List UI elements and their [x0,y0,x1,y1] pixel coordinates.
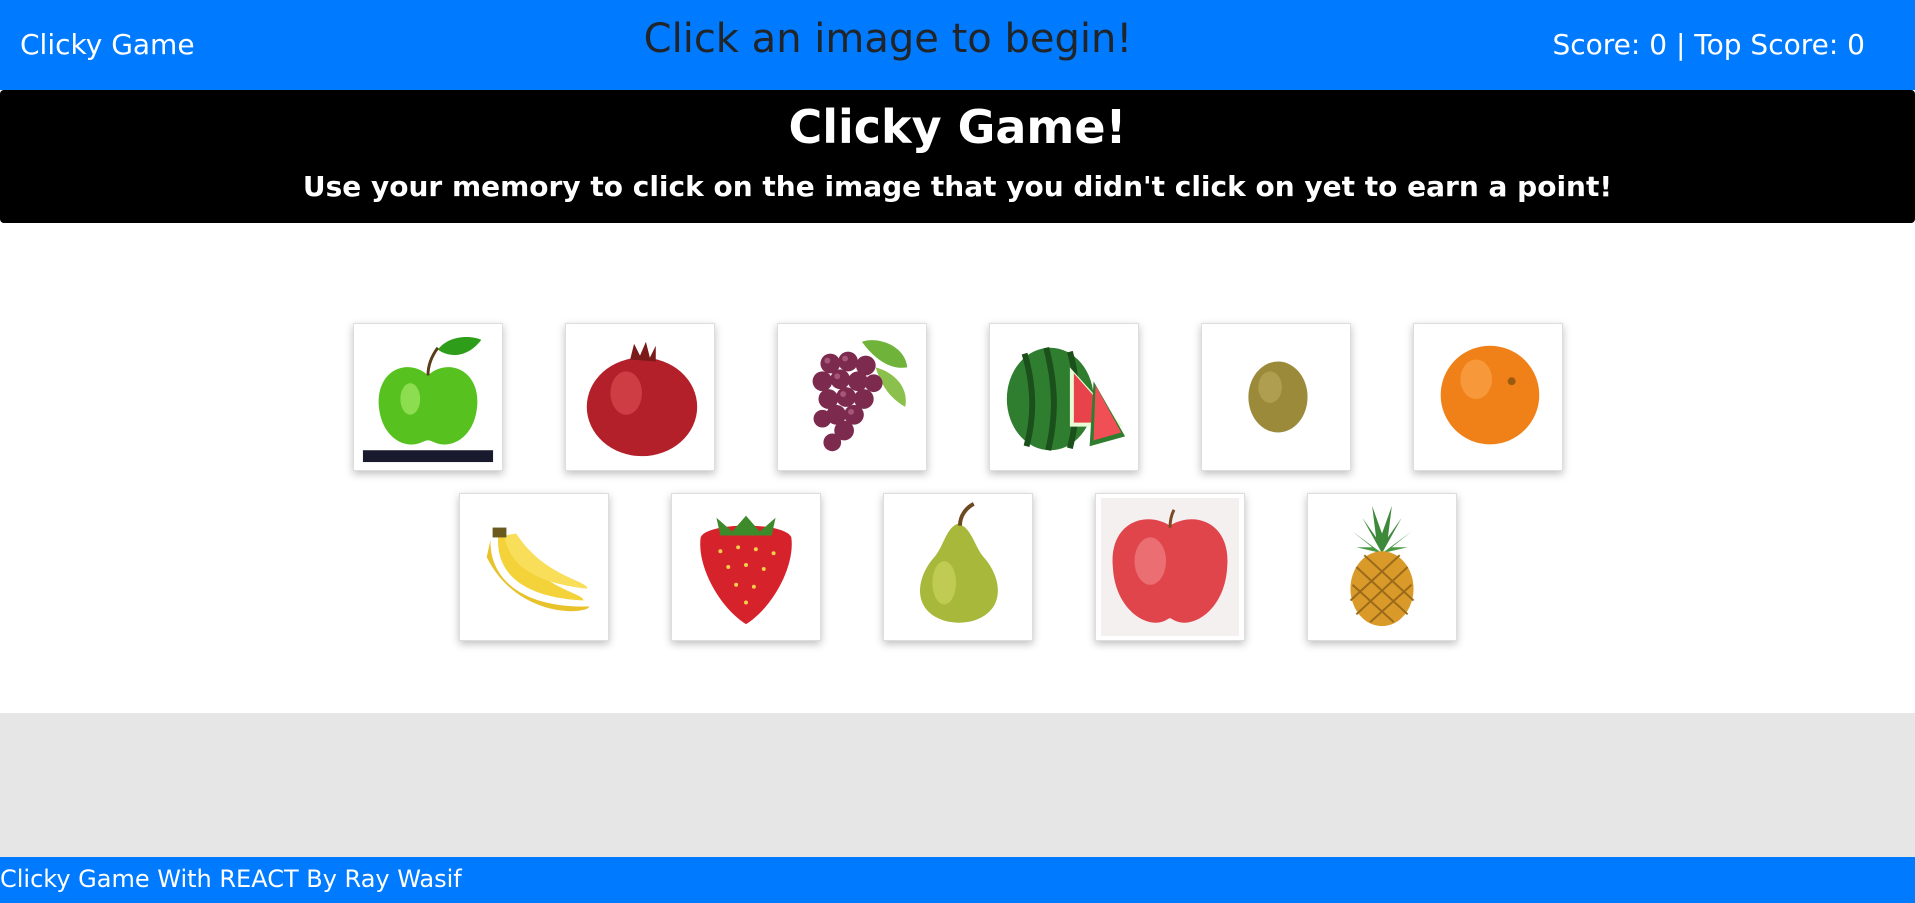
pineapple-icon [1312,498,1451,636]
card-kiwi[interactable] [1200,323,1351,471]
score-display: Score: 0 | Top Score: 0 [1552,28,1865,61]
footer: Clicky Game With REACT By Ray Wasif [0,857,1915,903]
strawberry-icon [676,498,815,636]
green-apple-icon [358,328,497,466]
card-row [0,323,1915,471]
pear-icon [888,498,1027,636]
card-banana[interactable] [458,493,609,641]
card-red-apple[interactable] [1094,493,1245,641]
grapes-icon [782,328,921,466]
game-status-message: Click an image to begin! [643,16,1133,62]
navbar: Clicky Game Click an image to begin! Sco… [0,0,1915,90]
jumbotron-subtitle: Use your memory to click on the image th… [302,170,1613,203]
jumbotron-title: Clicky Game! [788,100,1127,154]
footer-spacer [0,713,1915,857]
watermelon-icon [994,328,1133,466]
card-watermelon[interactable] [988,323,1139,471]
card-pomegranate[interactable] [564,323,715,471]
pomegranate-icon [570,328,709,466]
card-green-apple[interactable] [352,323,503,471]
orange-icon [1418,328,1557,466]
card-row [0,493,1915,641]
card-grapes[interactable] [776,323,927,471]
red-apple-icon [1100,498,1239,636]
card-orange[interactable] [1412,323,1563,471]
kiwi-icon [1206,328,1345,466]
card-strawberry[interactable] [670,493,821,641]
card-grid [0,223,1915,713]
footer-credit: Clicky Game With REACT By Ray Wasif [0,865,462,893]
banana-icon [464,498,603,636]
jumbotron: Clicky Game! Use your memory to click on… [0,90,1915,223]
card-pear[interactable] [882,493,1033,641]
card-pineapple[interactable] [1306,493,1457,641]
